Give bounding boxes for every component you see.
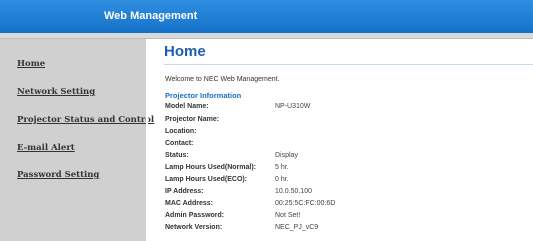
info-row-projector-name: Projector Name: bbox=[165, 116, 525, 126]
info-label: Network Version: bbox=[165, 224, 223, 231]
info-row-admin-password: Admin Password: Not Set! bbox=[165, 212, 525, 222]
info-value: Not Set! bbox=[275, 212, 301, 219]
title-underline bbox=[164, 64, 533, 65]
info-row-lamp-hours-eco: Lamp Hours Used(ECO): 0 hr. bbox=[165, 176, 525, 186]
info-label: Lamp Hours Used(Normal): bbox=[165, 164, 257, 171]
info-label: Location: bbox=[165, 128, 197, 135]
welcome-text: Welcome to NEC Web Management. bbox=[165, 76, 280, 83]
page-title: Home bbox=[164, 43, 206, 60]
info-value: 0 hr. bbox=[275, 176, 289, 183]
info-row-contact: Contact: bbox=[165, 140, 525, 150]
info-label: MAC Address: bbox=[165, 200, 213, 207]
sidebar: Home Network Setting Projector Status an… bbox=[0, 39, 154, 241]
info-row-location: Location: bbox=[165, 128, 525, 138]
info-label: Status: bbox=[165, 152, 189, 159]
info-value: NEC_PJ_vC9 bbox=[275, 224, 319, 231]
info-label: Admin Password: bbox=[165, 212, 225, 219]
info-value: 5 hr. bbox=[275, 164, 289, 171]
info-row-status: Status: Display bbox=[165, 152, 525, 162]
info-value: 10.0.50.100 bbox=[275, 188, 312, 195]
header-bar: Web Management bbox=[0, 0, 533, 33]
info-row-model-name: Model Name: NP-U310W bbox=[165, 103, 525, 113]
info-row-ip-address: IP Address: 10.0.50.100 bbox=[165, 188, 525, 198]
info-label: Projector Name: bbox=[165, 116, 220, 123]
section-title-projector-information: Projector Information bbox=[165, 91, 242, 100]
info-label: IP Address: bbox=[165, 188, 204, 195]
app-title: Web Management bbox=[104, 10, 198, 22]
sidebar-item-email-alert[interactable]: E-mail Alert bbox=[17, 143, 75, 153]
info-label: Lamp Hours Used(ECO): bbox=[165, 176, 248, 183]
sidebar-item-network-setting[interactable]: Network Setting bbox=[17, 87, 95, 97]
info-label: Contact: bbox=[165, 140, 194, 147]
sidebar-divider bbox=[146, 39, 148, 241]
info-label: Model Name: bbox=[165, 103, 209, 110]
info-row-mac-address: MAC Address: 00:25:5C:FC:00:6D bbox=[165, 200, 525, 210]
info-row-lamp-hours-normal: Lamp Hours Used(Normal): 5 hr. bbox=[165, 164, 525, 174]
main-content: Home Welcome to NEC Web Management. Proj… bbox=[150, 39, 533, 241]
info-row-network-version: Network Version: NEC_PJ_vC9 bbox=[165, 224, 525, 234]
sidebar-item-password-setting[interactable]: Password Setting bbox=[17, 170, 99, 180]
info-value: NP-U310W bbox=[275, 103, 311, 110]
info-value: Display bbox=[275, 152, 298, 159]
info-value: 00:25:5C:FC:00:6D bbox=[275, 200, 336, 207]
sidebar-item-home[interactable]: Home bbox=[17, 59, 45, 69]
sidebar-item-projector-status-and-control[interactable]: Projector Status and Control bbox=[17, 115, 154, 125]
